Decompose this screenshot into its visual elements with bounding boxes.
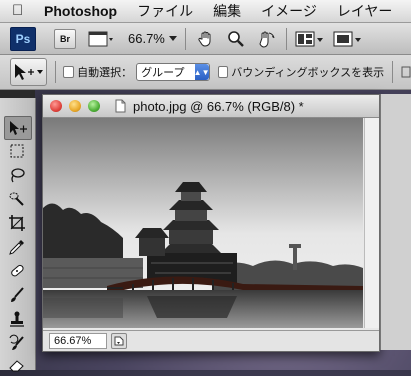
application-bar: Ps Br 66.7% [0, 23, 411, 55]
align-top-icon[interactable] [401, 60, 411, 84]
minimize-button[interactable] [69, 100, 81, 112]
toolbar-separator [285, 27, 287, 50]
screen-mode-icon[interactable] [333, 27, 363, 51]
eraser-tool-icon[interactable] [4, 354, 30, 376]
tool-preset-picker[interactable] [10, 58, 47, 86]
zoom-tool-icon[interactable] [224, 27, 248, 51]
dropdown-arrows-icon: ▲▼ [194, 64, 210, 80]
auto-select-label: 自動選択： [77, 67, 133, 79]
arrange-documents-icon[interactable] [295, 27, 325, 51]
zoom-level[interactable]: 66.7% [128, 31, 165, 46]
healing-brush-tool-icon[interactable] [4, 260, 30, 282]
document-title: photo.jpg @ 66.7% (RGB/8) * [133, 98, 304, 114]
toolbar-separator [184, 27, 186, 50]
tools-panel [0, 98, 36, 372]
bridge-button[interactable]: Br [54, 28, 76, 49]
options-bar: 自動選択： グループ ▲▼ バウンディングボックスを表示 [0, 55, 411, 90]
document-zoom-field[interactable]: 66.67% [49, 333, 107, 349]
menu-layer[interactable]: レイヤー [327, 0, 403, 22]
right-panel-strip [380, 94, 411, 350]
history-brush-tool-icon[interactable] [4, 332, 30, 354]
auto-select-checkbox[interactable] [63, 66, 75, 78]
menu-image[interactable]: イメージ [251, 0, 327, 22]
apple-menu-icon[interactable]:  [12, 0, 34, 22]
status-menu-icon[interactable] [111, 333, 127, 349]
bounding-box-label: バウンディングボックスを表示 [231, 67, 385, 79]
auto-select-dropdown[interactable]: グループ ▲▼ [136, 63, 210, 81]
vertical-scrollbar[interactable] [364, 118, 379, 328]
bounding-box-checkbox[interactable] [217, 66, 229, 78]
document-title-bar[interactable]: photo.jpg @ 66.7% (RGB/8) * [43, 95, 379, 118]
eyedropper-tool-icon[interactable] [4, 236, 30, 258]
zoom-button[interactable] [88, 100, 100, 112]
document-file-icon [115, 99, 126, 116]
toolbar-separator [54, 61, 56, 83]
view-extras-icon[interactable] [88, 27, 114, 51]
document-window: photo.jpg @ 66.7% (RGB/8) * 66.67% [42, 94, 380, 352]
rotate-view-icon[interactable] [254, 27, 278, 51]
clone-stamp-tool-icon[interactable] [4, 308, 30, 330]
document-status-bar: 66.67% [43, 330, 379, 351]
auto-select-value: グループ [141, 67, 185, 79]
toolbar-separator [392, 61, 393, 83]
close-button[interactable] [50, 100, 62, 112]
menu-bar:  Photoshop ファイル 編集 イメージ レイヤー [0, 0, 411, 23]
lasso-tool-icon[interactable] [4, 164, 30, 186]
menu-file[interactable]: ファイル [127, 0, 203, 22]
photo-canvas[interactable] [43, 118, 363, 328]
photoshop-logo: Ps [10, 26, 36, 51]
menu-app-photoshop[interactable]: Photoshop [34, 0, 127, 22]
crop-tool-icon[interactable] [4, 212, 30, 234]
hand-tool-icon[interactable] [194, 27, 218, 51]
castle-photo [43, 118, 363, 328]
zoom-dropdown-icon[interactable] [168, 27, 177, 51]
menu-edit[interactable]: 編集 [203, 0, 251, 22]
quick-selection-tool-icon[interactable] [4, 188, 30, 210]
tools-panel-header[interactable] [0, 90, 35, 98]
brush-tool-icon[interactable] [4, 284, 30, 306]
marquee-tool-icon[interactable] [4, 140, 30, 162]
move-tool-icon[interactable] [4, 116, 32, 140]
